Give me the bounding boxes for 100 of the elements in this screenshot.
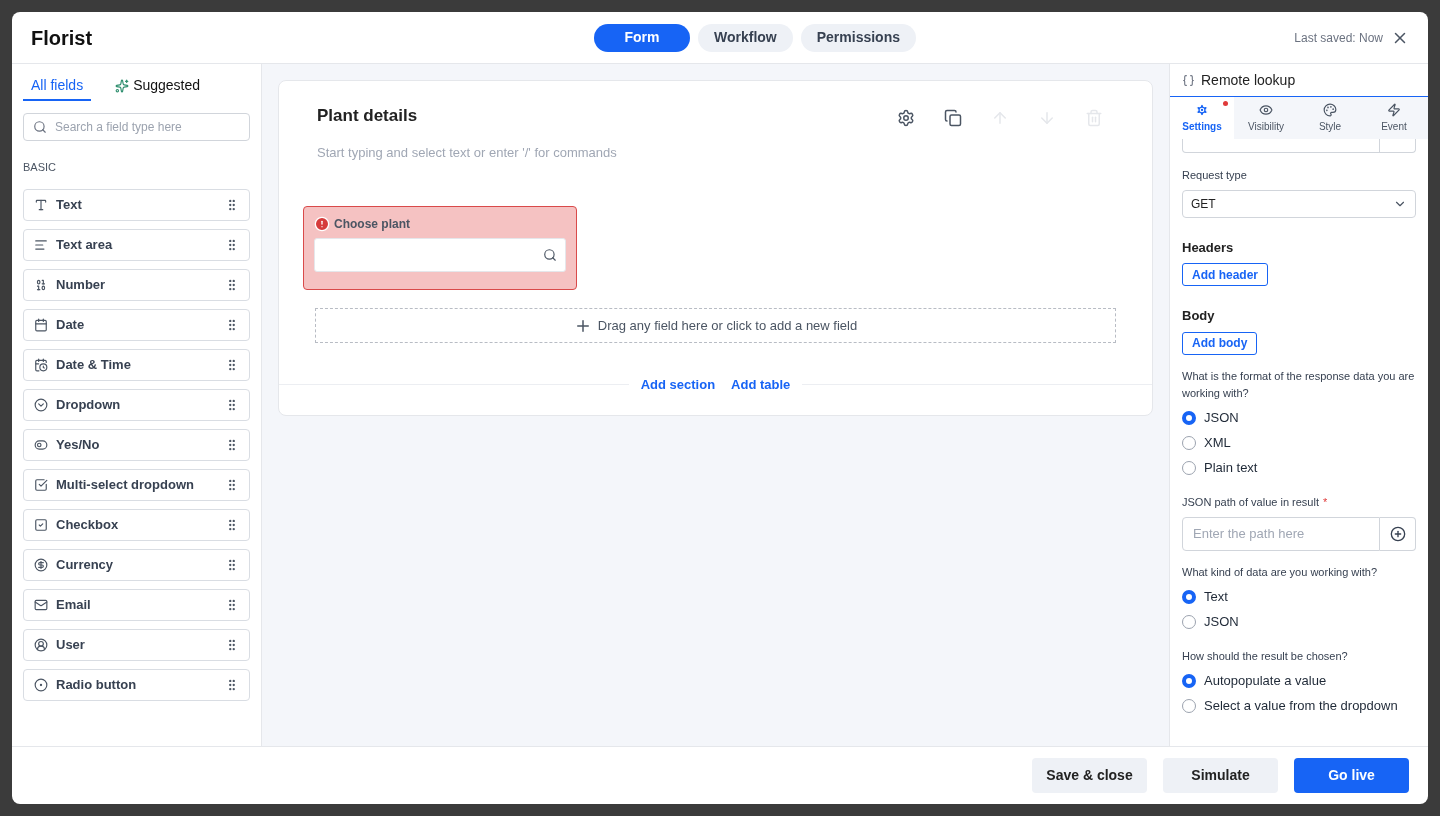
field-type-item[interactable]: Date [23,308,250,341]
field-type-item[interactable]: Text [23,188,250,221]
section-title: Plant details [317,105,419,127]
field-label: Choose plant [334,216,410,233]
form-field-card[interactable]: Choose plant [303,206,577,290]
field-type-label: Checkbox [56,515,120,534]
drop-zone-text: Drag any field here or click to add a new field [597,316,858,335]
field-type-item[interactable]: User [23,628,250,661]
field-type-label: Radio button [56,675,138,694]
add-button[interactable]: Add body [1182,331,1258,355]
radio-button[interactable] [1182,699,1196,713]
field-type-label: User [56,635,86,654]
stacked-checkbox-icon [34,477,48,492]
tab[interactable]: Form [594,23,690,52]
radio-label: JSON [1204,409,1239,428]
field-type-item[interactable]: Number [23,268,250,301]
settings-icon [1195,102,1209,117]
user-icon [34,637,48,652]
radio-label: Plain text [1204,459,1258,478]
required-mark: * [1322,495,1328,508]
radio-button[interactable] [1182,674,1196,688]
field-type-label: Date & Time [56,355,132,374]
question-text: What kind of data are you working with? [1182,564,1379,580]
footer-button[interactable]: Simulate [1163,758,1278,793]
input-field[interactable]: Enter the path here [1182,516,1380,551]
radio-label: JSON [1204,613,1239,632]
braces-icon [1182,73,1195,87]
field-type-item[interactable]: Dropdown [23,388,250,421]
last-saved-text: Last saved: Now [1294,29,1383,47]
field-type-item[interactable]: Email [23,588,250,621]
search-icon [543,248,557,262]
section-heading: BASIC [23,160,57,175]
toggle-icon [34,437,48,452]
section-heading: Body [1182,307,1216,325]
footer-button[interactable]: Go live [1294,758,1409,793]
field-type-label: Dropdown [56,395,122,414]
sparkle-icon [115,78,130,93]
field-type-label: Number [56,275,107,294]
field-type-label: Text [56,195,83,214]
tab[interactable]: Settings [1170,97,1234,139]
settings-icon[interactable] [897,109,915,127]
eye-icon [1259,102,1273,117]
field-type-item[interactable]: Yes/No [23,428,250,461]
dollar-icon [34,557,48,572]
add-button[interactable]: Add header [1182,263,1268,286]
search-icon [33,120,47,134]
chevron-circle-icon [34,397,48,412]
request-type-select[interactable]: GET [1182,189,1416,218]
field-type-label: Email [56,595,92,614]
search-field[interactable]: Search a field type here [23,113,250,141]
window-title: Florist [31,25,94,51]
field-type-label: Currency [56,555,115,574]
field-type-item[interactable]: Currency [23,548,250,581]
add-link[interactable]: Add section [640,375,716,395]
field-label: Request type [1182,168,1248,183]
envelope-icon [34,597,48,612]
field-type-label: Multi-select dropdown [56,475,195,494]
radio-button[interactable] [1182,461,1196,475]
radio-icon [34,677,48,692]
number-icon [34,277,48,292]
search-field[interactable] [314,238,566,272]
radio-label: Select a value from the dropdown [1204,697,1398,716]
input-field[interactable] [1182,139,1416,153]
footer-button[interactable]: Save & close [1032,758,1147,793]
question-text: How should the result be chosen? [1182,648,1349,664]
add-button[interactable] [1380,516,1416,551]
field-type-item[interactable]: Date & Time [23,348,250,381]
field-type-item[interactable]: Radio button [23,668,250,701]
question-text: JSON path of value in result * [1182,494,1329,510]
lines-icon [34,237,48,252]
field-type-item[interactable]: Checkbox [23,508,250,541]
radio-label: Autopopulate a value [1204,672,1327,691]
tab[interactable]: Visibility [1234,97,1298,139]
radio-button[interactable] [1182,411,1196,425]
radio-button[interactable] [1182,590,1196,604]
field-type-label: Text area [56,235,114,254]
copy-icon[interactable] [944,109,962,127]
tab[interactable]: Style [1298,97,1362,139]
field-type-item[interactable]: Text area [23,228,250,261]
add-circle-icon [1389,525,1406,542]
panel-title: Remote lookup [1201,70,1296,90]
section-heading: Headers [1182,238,1235,257]
field-type-label: Yes/No [56,435,101,454]
tab[interactable]: All fields [23,72,92,101]
tab[interactable]: Event [1362,97,1426,139]
lightning-icon [1387,102,1401,117]
palette-icon [1323,102,1337,117]
tab[interactable]: Workflow [698,23,793,52]
calendar-icon [34,317,48,332]
tab[interactable]: Permissions [800,23,916,52]
question-text: What is the format of the response data you are working with? [1182,368,1416,401]
tab[interactable]: Suggested [107,72,209,101]
field-type-item[interactable]: Multi-select dropdown [23,468,250,501]
radio-label: XML [1204,434,1231,453]
checkbox-icon [34,517,48,532]
calendar-clock-icon [34,357,48,372]
radio-button[interactable] [1182,615,1196,629]
add-link[interactable]: Add table [731,375,791,395]
radio-button[interactable] [1182,436,1196,450]
drop-zone[interactable]: Drag any field here or click to add a new field [315,308,1116,343]
